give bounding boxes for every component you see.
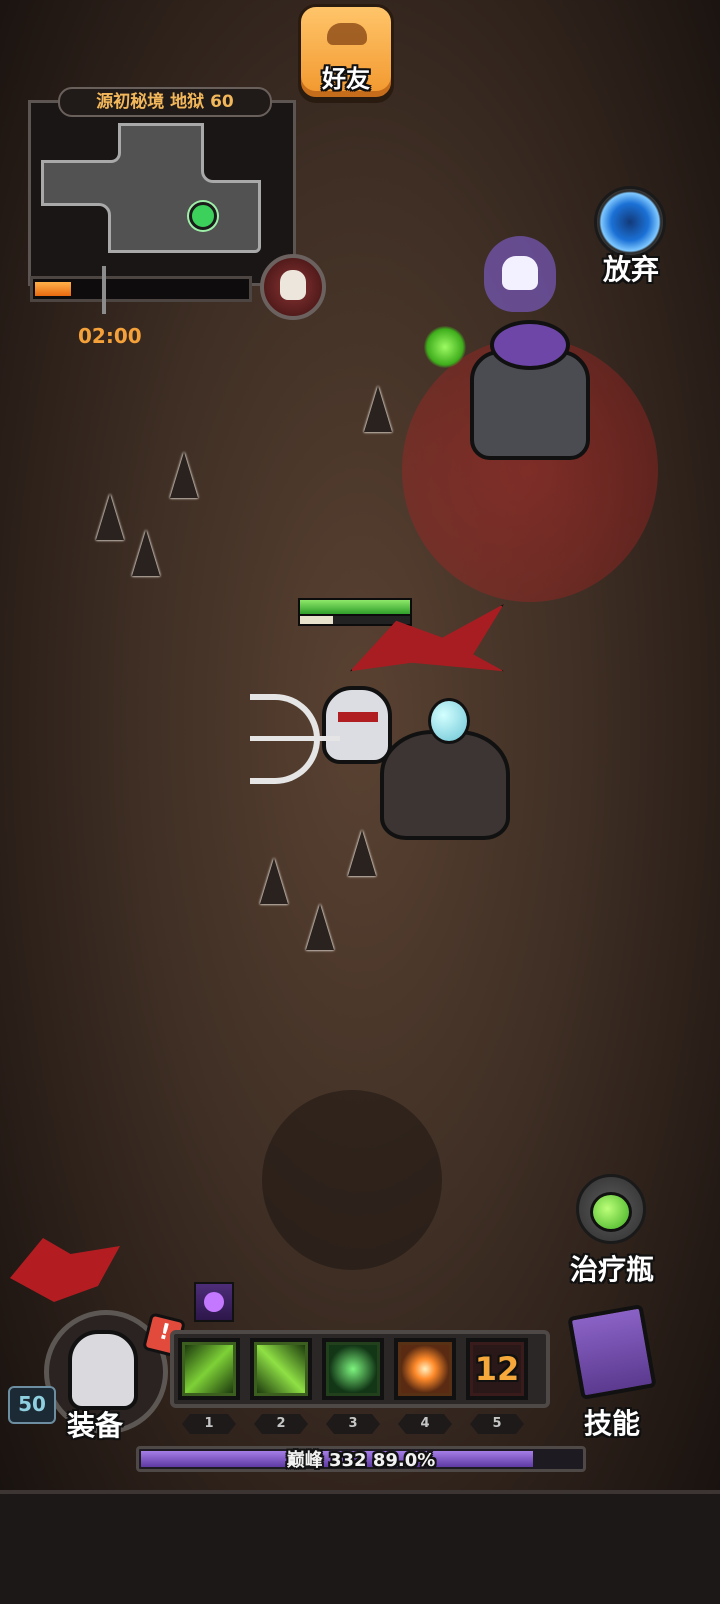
heal-potion-button[interactable]: 治疗瓶: [560, 1174, 664, 1286]
minimap-room: [41, 123, 261, 253]
skill-slot-3[interactable]: [322, 1338, 384, 1400]
green-volley-skill-icon: [257, 1345, 305, 1393]
skills-button[interactable]: 技能: [560, 1304, 664, 1446]
experience-text: 巅峰 332 89.0%: [286, 1450, 436, 1471]
minimap[interactable]: [28, 100, 296, 286]
bottom-frame: [0, 1490, 720, 1604]
skill-cooldown-text: 12: [474, 1350, 520, 1388]
movement-joystick[interactable]: [262, 1090, 442, 1270]
skill-key-label: 1: [182, 1414, 236, 1434]
skill-slot-1[interactable]: [178, 1338, 240, 1400]
dragon-pet-icon: [10, 1238, 120, 1302]
potion-label: 治疗瓶: [569, 1253, 654, 1286]
abandon-button[interactable]: 放弃: [588, 184, 674, 286]
hero-portrait-icon: [68, 1330, 138, 1410]
skull-ghost-icon: [484, 236, 556, 312]
friends-button[interactable]: 好友: [298, 4, 394, 100]
skill-slot-2[interactable]: [250, 1338, 312, 1400]
green-rain-skill-icon: [329, 1345, 377, 1393]
friends-label: 好友: [322, 65, 370, 93]
enemy-tower[interactable]: [440, 300, 620, 470]
equipment-label: 装备: [66, 1409, 123, 1442]
dungeon-timer: 02:00: [78, 324, 142, 348]
dragon-pet-icon: [350, 604, 504, 672]
player-level-badge: 50: [8, 1386, 56, 1424]
potion-flask-icon: [590, 1192, 632, 1232]
rock-spike: [348, 830, 376, 876]
boss-skull-icon: [260, 254, 326, 320]
skill-key-label: 4: [398, 1414, 452, 1434]
dungeon-progress-bar: [30, 276, 252, 302]
green-arrow-skill-icon: [185, 1345, 233, 1393]
purple-heart-buff-icon[interactable]: [194, 1282, 234, 1322]
rock-spike: [260, 858, 288, 904]
cloud-icon: [327, 23, 367, 45]
skill-key-label: 2: [254, 1414, 308, 1434]
rock-spike: [306, 904, 334, 950]
abandon-label: 放弃: [602, 253, 659, 286]
skills-label: 技能: [583, 1407, 640, 1440]
progress-marker: [102, 266, 106, 314]
skill-key-label: 5: [470, 1414, 524, 1434]
experience-bar: 巅峰 332 89.0%: [136, 1446, 586, 1472]
rock-spike: [170, 452, 198, 498]
spellbook-icon: [567, 1304, 657, 1400]
balloon-icon: [428, 698, 470, 744]
heal-orb-icon: [424, 326, 466, 368]
rock-spike: [132, 530, 160, 576]
skill-slot-5[interactable]: 12: [466, 1338, 528, 1400]
player-marker-icon: [189, 202, 217, 230]
skill-slot-4[interactable]: [394, 1338, 456, 1400]
rock-spike: [364, 386, 392, 432]
knight-icon: [322, 686, 392, 764]
galaxy-skill-icon: [401, 1345, 449, 1393]
stone-pile: [380, 730, 510, 840]
dungeon-progress-fill: [35, 282, 72, 296]
dungeon-title: 源初秘境 地狱 60: [58, 87, 272, 117]
skill-key-label: 3: [326, 1414, 380, 1434]
rock-spike: [96, 494, 124, 540]
